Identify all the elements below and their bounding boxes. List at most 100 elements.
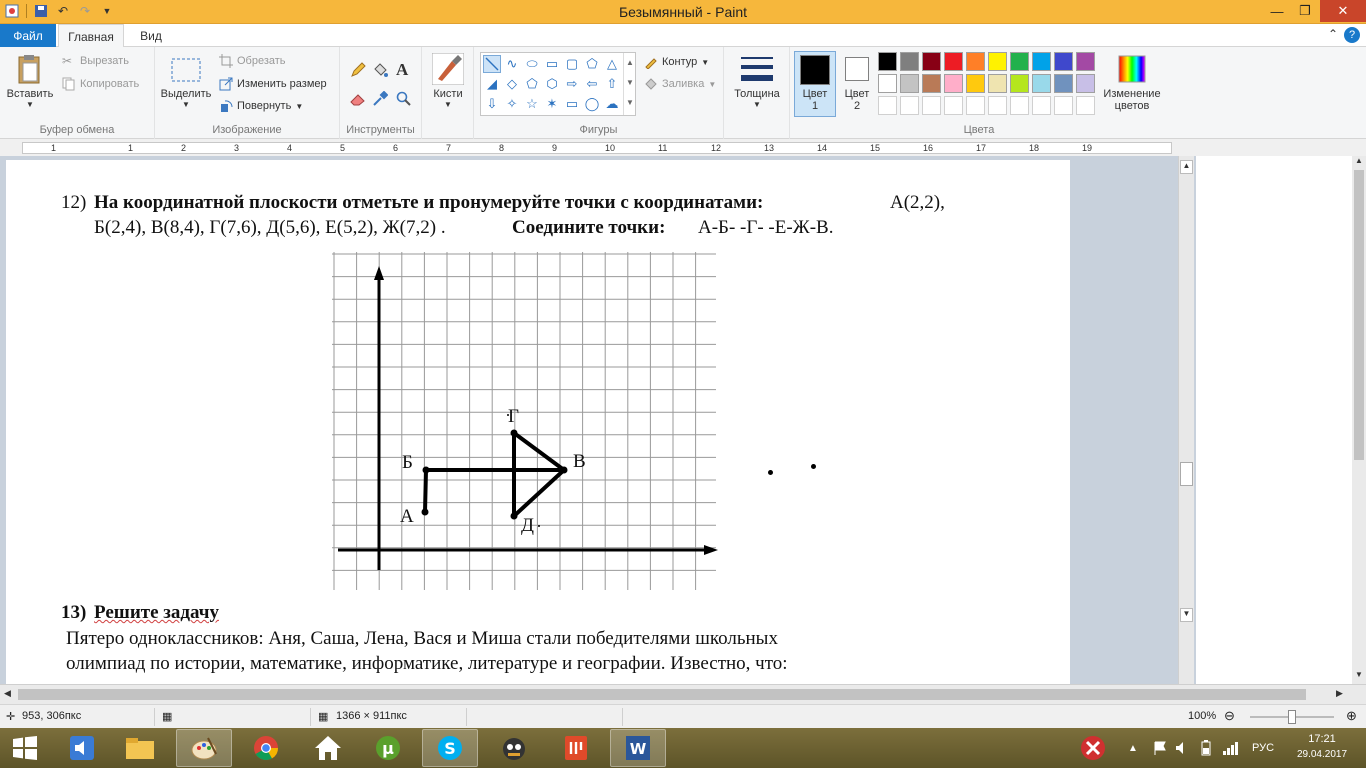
palette-swatch[interactable] [878,96,897,115]
canvas[interactable]: 12) На координатной плоскости отметьте и… [6,160,1070,684]
magnifier-icon[interactable] [396,91,412,107]
help-icon[interactable]: ? [1344,27,1360,43]
palette-swatch[interactable] [1032,52,1051,71]
scroll-right-icon[interactable]: ▶ [1336,688,1343,699]
scroll-up-icon[interactable]: ▲ [1180,160,1193,174]
brushes-button[interactable]: Кисти ▼ [428,53,468,109]
tab-view[interactable]: Вид [130,24,172,48]
tab-home[interactable]: Главная [58,24,124,48]
four-point-star-shape-icon[interactable]: ✧ [503,95,521,113]
oval-callout-shape-icon[interactable]: ◯ [583,95,601,113]
paste-button[interactable]: Вставить ▼ [6,53,54,109]
palette-swatch[interactable] [944,96,963,115]
palette-swatch[interactable] [944,52,963,71]
palette-swatch[interactable] [988,52,1007,71]
palette-swatch[interactable] [1054,96,1073,115]
fill-bucket-icon[interactable] [372,62,388,78]
inner-scroll-thumb[interactable] [1180,462,1193,486]
ribbon-collapse-icon[interactable]: ⌃ [1328,27,1338,41]
inner-vertical-scrollbar[interactable]: ▲ ▼ [1178,156,1194,684]
outer-scroll-thumb[interactable] [1354,170,1364,460]
polygon-shape-icon[interactable]: ⬠ [583,55,601,73]
palette-swatch[interactable] [966,74,985,93]
zoom-in-icon[interactable]: ⊕ [1346,708,1357,724]
palette-swatch[interactable] [1076,96,1095,115]
rounded-rect-shape-icon[interactable]: ▢ [563,55,581,73]
size-button[interactable]: Толщина ▼ [730,53,784,109]
taskbar-utorrent[interactable]: µ [360,729,416,767]
restore-button[interactable]: ❐ [1290,0,1320,22]
scroll-left-icon[interactable]: ◀ [4,688,11,699]
copy-button[interactable]: Копировать [62,77,139,91]
taskbar-explorer[interactable] [112,729,168,767]
tray-battery-icon[interactable] [1198,728,1214,768]
line-shape-icon[interactable] [483,55,501,73]
taskbar-pdf-app[interactable] [548,729,604,767]
select-button[interactable]: Выделить ▼ [161,53,211,109]
palette-swatch[interactable] [1010,52,1029,71]
palette-swatch[interactable] [1010,96,1029,115]
eraser-icon[interactable] [350,91,366,107]
diamond-shape-icon[interactable]: ◇ [503,75,521,93]
taskbar-paint[interactable] [176,729,232,767]
right-triangle-shape-icon[interactable]: ◢ [483,75,501,93]
palette-swatch[interactable] [966,96,985,115]
outer-vertical-scrollbar[interactable]: ▲ ▼ [1352,156,1366,684]
palette-swatch[interactable] [1032,74,1051,93]
tab-file[interactable]: Файл [0,24,56,47]
right-arrow-shape-icon[interactable]: ⇨ [563,75,581,93]
palette-swatch[interactable] [1076,52,1095,71]
triangle-shape-icon[interactable]: △ [603,55,621,73]
zoom-out-icon[interactable]: ⊖ [1224,708,1235,724]
palette-swatch[interactable] [878,52,897,71]
outline-button[interactable]: Контур ▼ [644,55,709,70]
resize-button[interactable]: Изменить размер [219,77,327,91]
horizontal-scroll-thumb[interactable] [18,689,1306,700]
cloud-callout-shape-icon[interactable]: ☁ [603,95,621,113]
tray-expand-icon[interactable]: ▲ [1128,728,1138,768]
cut-button[interactable]: ✂ Вырезать [62,54,129,68]
pencil-icon[interactable] [350,62,366,78]
rectangle-shape-icon[interactable]: ▭ [543,55,561,73]
palette-swatch[interactable] [988,96,1007,115]
taskbar-chrome[interactable] [238,729,294,767]
five-point-star-shape-icon[interactable]: ☆ [523,95,541,113]
taskbar-volume-app[interactable] [54,729,110,767]
close-button[interactable]: ✕ [1320,0,1366,22]
taskbar-game-app[interactable] [486,729,542,767]
palette-swatch[interactable] [966,52,985,71]
curve-shape-icon[interactable]: ∿ [503,55,521,73]
zoom-slider-thumb[interactable] [1288,710,1296,724]
palette-swatch[interactable] [900,74,919,93]
palette-swatch[interactable] [988,74,1007,93]
rotate-button[interactable]: Повернуть ▼ [219,99,303,113]
tray-clock[interactable]: 17:21 29.04.2017 [1290,732,1354,762]
palette-swatch[interactable] [922,74,941,93]
shapes-scroll[interactable]: ▲ ▼ ▼ [623,53,636,115]
crop-button[interactable]: Обрезать [219,54,286,68]
tray-volume-icon[interactable] [1174,728,1190,768]
left-arrow-shape-icon[interactable]: ⇦ [583,75,601,93]
oval-shape-icon[interactable]: ⬭ [523,55,541,73]
outer-scroll-up-icon[interactable]: ▲ [1354,156,1364,168]
palette-swatch[interactable] [922,52,941,71]
taskbar-skype[interactable]: S [422,729,478,767]
tray-app-icon[interactable] [1078,728,1108,768]
palette-swatch[interactable] [1054,52,1073,71]
tray-flag-icon[interactable] [1152,728,1168,768]
color2-button[interactable]: Цвет 2 [840,54,874,112]
six-point-star-shape-icon[interactable]: ✶ [543,95,561,113]
text-tool-icon[interactable]: A [396,60,408,80]
taskbar-home[interactable] [300,729,356,767]
minimize-button[interactable]: — [1262,0,1292,22]
color1-button[interactable]: Цвет 1 [794,51,836,117]
palette-swatch[interactable] [900,52,919,71]
palette-swatch[interactable] [1032,96,1051,115]
tray-network-icon[interactable] [1222,728,1238,768]
scroll-down-icon[interactable]: ▼ [1180,608,1193,622]
taskbar-word[interactable]: W [610,729,666,767]
palette-swatch[interactable] [1076,74,1095,93]
palette-swatch[interactable] [900,96,919,115]
outer-scroll-down-icon[interactable]: ▼ [1354,670,1364,682]
horizontal-scrollbar[interactable]: ◀ ▶ [0,684,1366,704]
